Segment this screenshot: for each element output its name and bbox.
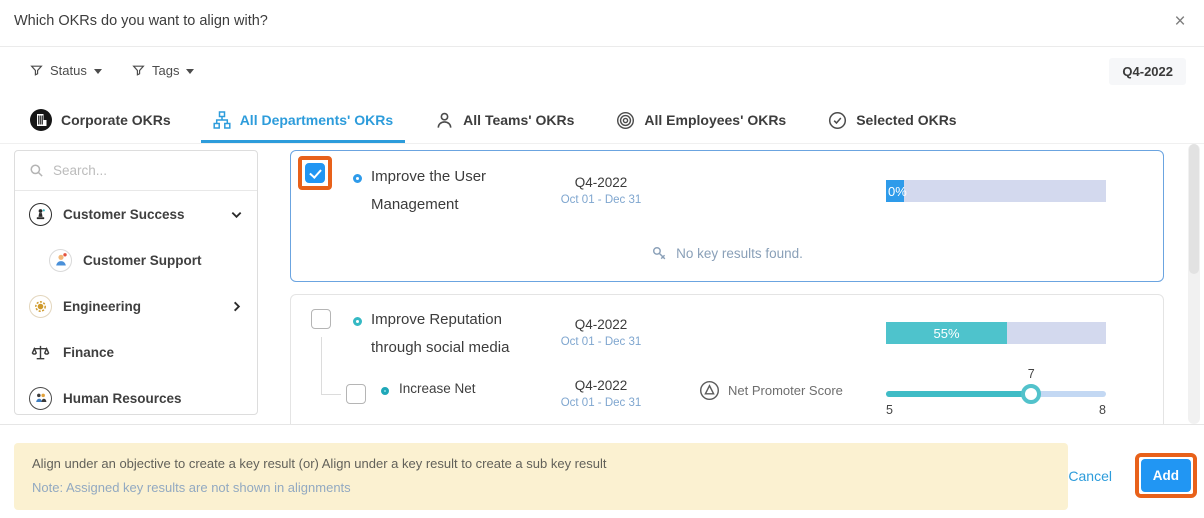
key-result-period: Q4-2022 Oct 01 - Dec 31 <box>546 378 656 409</box>
cancel-button[interactable]: Cancel <box>1068 468 1112 484</box>
okr-card-improve-reputation: Improve Reputation through social media … <box>290 294 1164 424</box>
tab-label: Corporate OKRs <box>61 112 171 128</box>
people-icon <box>29 386 52 410</box>
filter-toolbar: Status Tags Q4-2022 <box>0 47 1204 97</box>
progress-bar: 55% <box>886 322 1106 344</box>
tab-selected-okrs[interactable]: Selected OKRs <box>816 97 968 143</box>
tree-connector-vertical <box>321 337 322 394</box>
no-key-results-text: No key results found. <box>676 246 803 261</box>
period-dates: Oct 01 - Dec 31 <box>560 194 642 206</box>
tags-filter-label: Tags <box>152 63 180 78</box>
key-result-title[interactable]: Increase Net <box>399 381 476 396</box>
slider-fill <box>886 391 1032 397</box>
modal-header: Which OKRs do you want to align with? × <box>0 0 1204 47</box>
sidebar-item-label: Human Resources <box>63 390 182 406</box>
target-icon <box>616 111 635 130</box>
period-quarter: Q4-2022 <box>574 317 628 332</box>
modal-body: Customer Success Customer Support Engine… <box>0 144 1204 424</box>
sidebar-item-label: Customer Success <box>63 206 185 222</box>
tags-filter-dropdown[interactable]: Tags <box>132 63 195 78</box>
key-icon <box>651 245 668 262</box>
sidebar-item-human-resources[interactable]: Human Resources <box>15 375 257 414</box>
chevron-down-icon <box>186 69 195 74</box>
okr-title[interactable]: Improve Reputation through social media <box>371 306 531 362</box>
key-result-icon <box>381 387 389 395</box>
gear-icon <box>29 294 52 318</box>
no-key-results-row: No key results found. <box>291 245 1163 262</box>
close-icon[interactable]: × <box>1168 10 1192 34</box>
chevron-right-icon[interactable] <box>230 300 243 313</box>
customer-support-avatar <box>49 248 72 272</box>
okr-card-improve-user-management: Improve the User Management Q4-2022 Oct … <box>290 150 1164 282</box>
add-button-highlight-annotation: Add <box>1134 453 1197 498</box>
customer-success-icon <box>29 202 52 226</box>
okr-period: Q4-2022 Oct 01 - Dec 31 <box>546 317 656 348</box>
progress-bar: 0% <box>886 180 1106 202</box>
sidebar-item-label: Engineering <box>63 298 142 314</box>
tab-label: All Employees' OKRs <box>644 112 787 128</box>
okr-tabs: Corporate OKRs All Departments' OKRs All… <box>0 97 1204 144</box>
sidebar-search <box>15 151 257 191</box>
banner-line-2: Note: Assigned key results are not shown… <box>32 480 351 495</box>
okr-period: Q4-2022 Oct 01 - Dec 31 <box>546 175 656 206</box>
period-quarter: Q4-2022 <box>574 378 628 393</box>
okr-checkbox[interactable] <box>311 309 331 329</box>
slider-handle[interactable] <box>1021 384 1042 404</box>
tree-connector-horizontal <box>321 394 341 395</box>
slider-min-label: 5 <box>886 403 893 417</box>
modal-footer: Align under an objective to create a key… <box>0 424 1204 518</box>
org-chart-icon <box>213 111 231 129</box>
sidebar-item-label: Finance <box>63 344 115 360</box>
funnel-icon <box>30 64 43 77</box>
scrollbar-thumb[interactable] <box>1189 144 1199 274</box>
building-icon <box>30 109 52 131</box>
objective-icon <box>353 174 362 183</box>
align-okr-modal: Which OKRs do you want to align with? × … <box>0 0 1204 518</box>
metric-label: Net Promoter Score <box>728 383 843 398</box>
status-filter-label: Status <box>50 63 87 78</box>
objective-icon <box>353 317 362 326</box>
vertical-scrollbar[interactable] <box>1188 144 1200 424</box>
key-result-metric: Net Promoter Score <box>699 380 843 401</box>
sidebar-item-finance[interactable]: Finance <box>15 329 257 375</box>
tab-all-teams-okrs[interactable]: All Teams' OKRs <box>423 97 586 143</box>
chevron-down-icon <box>93 69 102 74</box>
okr-list: Improve the User Management Q4-2022 Oct … <box>276 150 1164 424</box>
department-sidebar: Customer Success Customer Support Engine… <box>14 150 258 415</box>
sidebar-item-customer-success[interactable]: Customer Success <box>15 191 257 237</box>
sidebar-item-customer-support[interactable]: Customer Support <box>15 237 257 283</box>
person-icon <box>435 111 454 130</box>
slider-value: 7 <box>1027 367 1035 381</box>
tab-label: All Teams' OKRs <box>463 112 575 128</box>
info-banner: Align under an objective to create a key… <box>14 443 1068 510</box>
tab-label: Selected OKRs <box>856 112 957 128</box>
slider-max-label: 8 <box>1099 403 1106 417</box>
period-quarter: Q4-2022 <box>574 175 628 190</box>
tab-corporate-okrs[interactable]: Corporate OKRs <box>18 97 183 143</box>
check-circle-icon <box>828 111 847 130</box>
status-filter-dropdown[interactable]: Status <box>30 63 102 78</box>
sidebar-item-engineering[interactable]: Engineering <box>15 283 257 329</box>
okr-title[interactable]: Improve the User Management <box>371 163 531 219</box>
period-dates: Oct 01 - Dec 31 <box>560 397 642 409</box>
funnel-icon <box>132 64 145 77</box>
add-button[interactable]: Add <box>1140 459 1191 492</box>
progress-fill: 55% <box>886 322 1007 344</box>
modal-title: Which OKRs do you want to align with? <box>14 13 268 29</box>
delta-circle-icon <box>699 380 720 401</box>
banner-line-1: Align under an objective to create a key… <box>32 456 607 471</box>
period-badge[interactable]: Q4-2022 <box>1109 58 1186 85</box>
scales-icon <box>29 343 52 362</box>
search-icon <box>29 163 44 178</box>
period-dates: Oct 01 - Dec 31 <box>560 336 642 348</box>
sidebar-item-label: Customer Support <box>83 252 202 268</box>
search-input[interactable] <box>53 163 223 178</box>
tab-all-departments-okrs[interactable]: All Departments' OKRs <box>200 97 406 143</box>
key-result-checkbox[interactable] <box>346 384 366 404</box>
chevron-down-icon[interactable] <box>230 208 243 221</box>
okr-checkbox[interactable] <box>305 163 325 183</box>
tab-label: All Departments' OKRs <box>239 112 394 128</box>
progress-fill: 0% <box>886 180 907 202</box>
tab-all-employees-okrs[interactable]: All Employees' OKRs <box>604 97 798 143</box>
